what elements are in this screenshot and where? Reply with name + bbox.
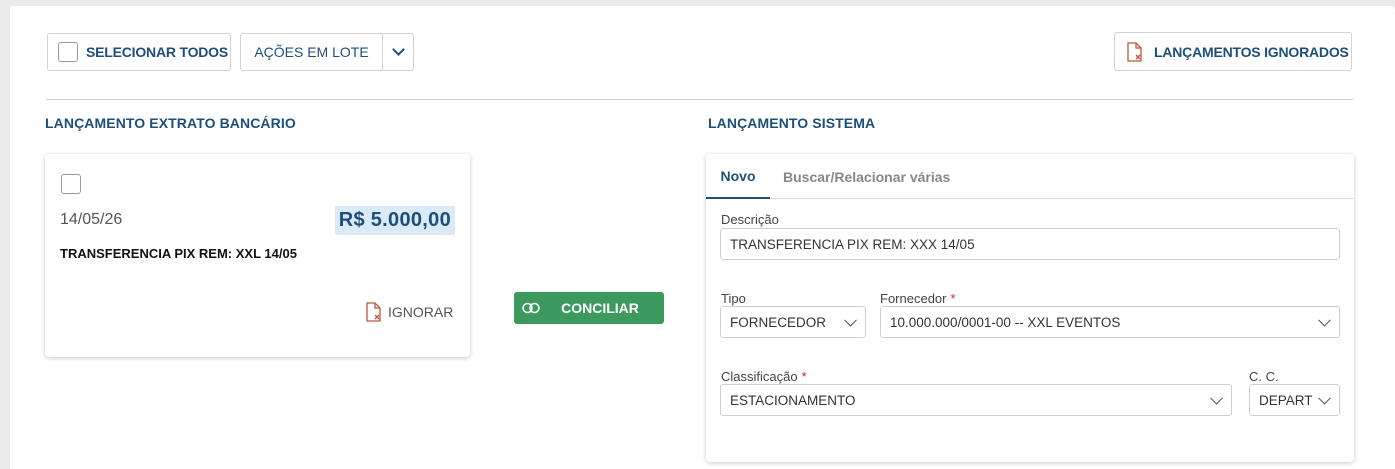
classificacao-select[interactable]: ESTACIONAMENTO (720, 384, 1232, 416)
select-all-button[interactable]: SELECIONAR TODOS (47, 33, 231, 71)
chevron-down-icon (844, 313, 857, 327)
fornecedor-label: Fornecedor * (880, 291, 956, 306)
classificacao-value: ESTACIONAMENTO (730, 392, 856, 408)
descricao-input[interactable]: TRANSFERENCIA PIX REM: XXX 14/05 (720, 228, 1340, 260)
entry-description: TRANSFERENCIA PIX REM: XXL 14/05 (60, 246, 297, 261)
required-mark: * (950, 291, 956, 306)
ignored-entries-button[interactable]: LANÇAMENTOS IGNORADOS (1114, 32, 1352, 71)
chevron-down-icon (1210, 391, 1223, 405)
system-entry-card: Novo Buscar/Relacionar várias Descrição … (706, 154, 1354, 462)
cc-select[interactable]: DEPART (1249, 384, 1340, 416)
tab-buscar-label: Buscar/Relacionar várias (783, 168, 951, 185)
ignore-button[interactable]: IGNORAR (365, 302, 453, 322)
tipo-value: FORNECEDOR (730, 314, 827, 330)
fornecedor-label-text: Fornecedor (880, 291, 947, 306)
ignore-label: IGNORAR (388, 304, 454, 320)
tab-novo[interactable]: Novo (706, 154, 770, 199)
chevron-down-icon (1318, 313, 1331, 327)
system-section-title: LANÇAMENTO SISTEMA (708, 115, 876, 131)
main-panel: SELECIONAR TODOS AÇÕES EM LOTE LANÇAMENT… (10, 6, 1395, 469)
descricao-label: Descrição (721, 212, 779, 227)
cc-value: DEPART (1259, 392, 1313, 408)
reconcile-button[interactable]: CONCILIAR (514, 292, 664, 324)
entry-checkbox[interactable] (61, 174, 81, 194)
tipo-select[interactable]: FORNECEDOR (720, 306, 866, 338)
link-rings-icon (522, 302, 540, 314)
select-all-checkbox[interactable] (58, 42, 78, 62)
document-x-icon (366, 302, 381, 322)
tipo-label: Tipo (721, 291, 746, 306)
cc-label: C. C. (1249, 369, 1279, 384)
bank-entry-card: 14/05/26 R$ 5.000,00 TRANSFERENCIA PIX R… (45, 154, 470, 357)
entry-date: 14/05/26 (60, 211, 123, 228)
document-x-icon (1127, 41, 1142, 62)
reconcile-label: CONCILIAR (561, 300, 639, 316)
chevron-down-icon (1318, 391, 1331, 405)
fornecedor-select[interactable]: 10.000.000/0001-00 -- XXL EVENTOS (880, 306, 1340, 338)
tab-bar: Novo Buscar/Relacionar várias (706, 154, 1354, 199)
select-all-label: SELECIONAR TODOS (86, 44, 229, 60)
entry-amount: R$ 5.000,00 (334, 206, 455, 235)
tab-buscar-relacionar[interactable]: Buscar/Relacionar várias (783, 154, 950, 199)
descricao-value: TRANSFERENCIA PIX REM: XXX 14/05 (730, 236, 975, 252)
ignored-entries-label: LANÇAMENTOS IGNORADOS (1154, 43, 1349, 60)
fornecedor-value: 10.000.000/0001-00 -- XXL EVENTOS (890, 314, 1121, 330)
chevron-down-icon (392, 43, 405, 56)
batch-actions-label: AÇÕES EM LOTE (254, 44, 369, 60)
batch-actions-dropdown[interactable] (382, 34, 414, 70)
classificacao-label: Classificação * (721, 369, 807, 384)
divider (46, 99, 1353, 100)
tab-novo-label: Novo (720, 167, 756, 184)
bank-section-title: LANÇAMENTO EXTRATO BANCÁRIO (45, 115, 296, 131)
required-mark: * (801, 369, 807, 384)
batch-actions-button[interactable]: AÇÕES EM LOTE (240, 33, 414, 71)
classificacao-label-text: Classificação (721, 369, 798, 384)
